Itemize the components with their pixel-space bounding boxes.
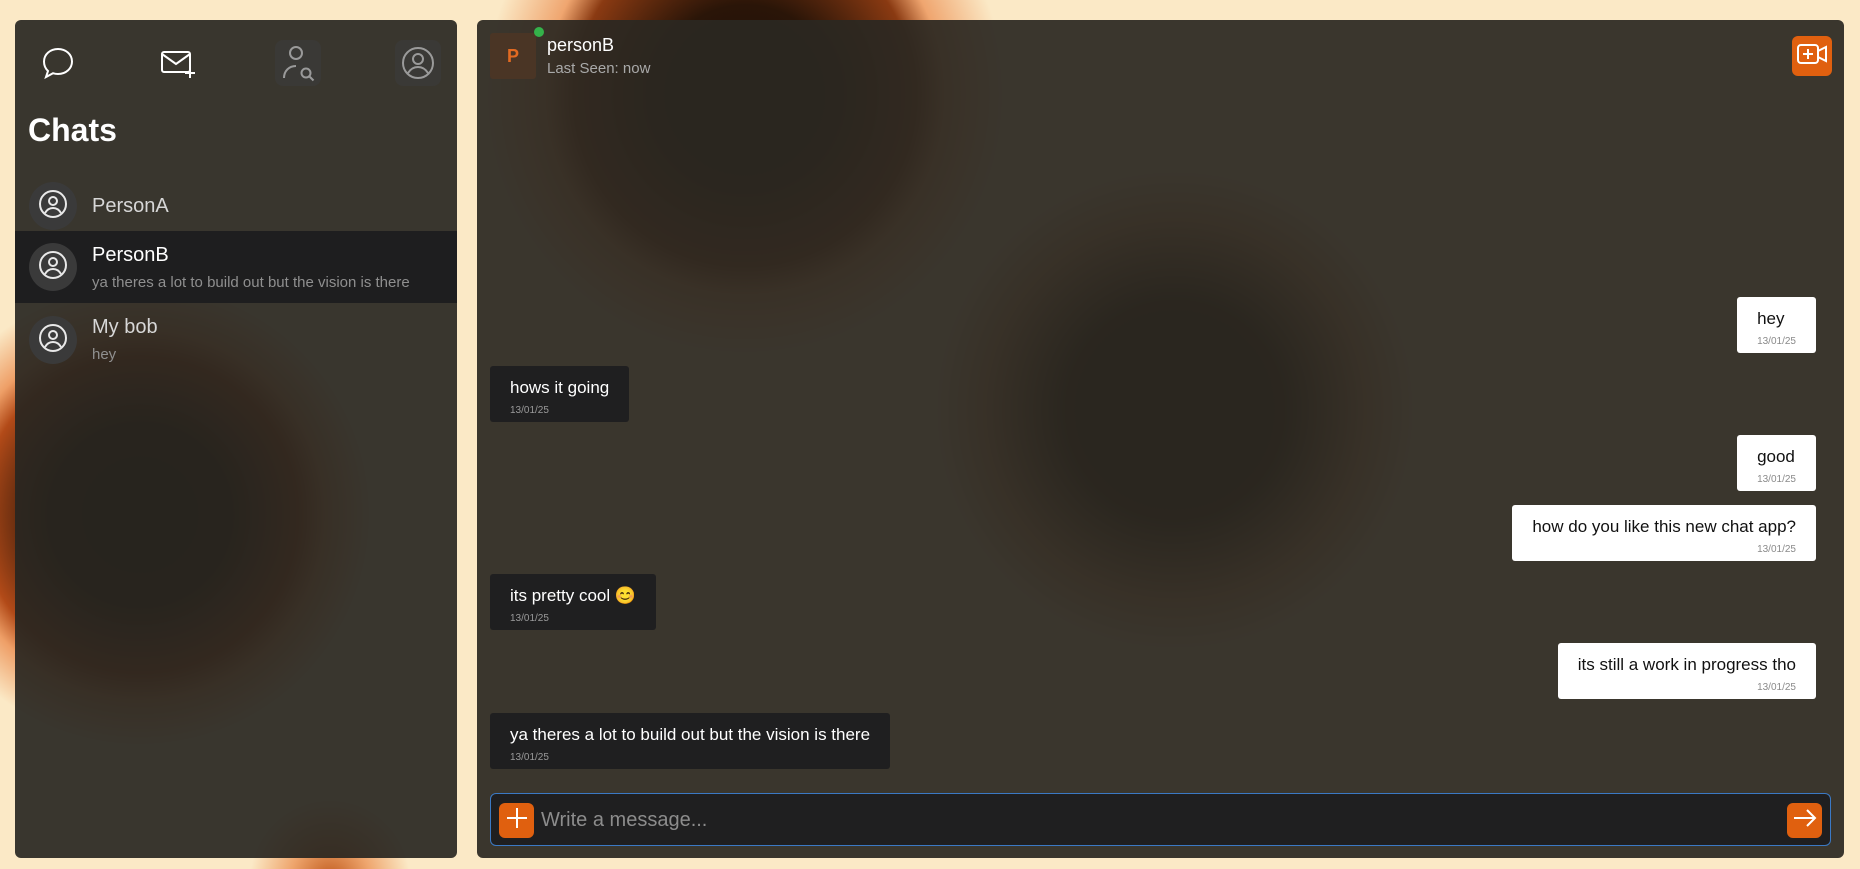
profile-button[interactable]	[395, 40, 441, 86]
arrow-right-icon	[1793, 808, 1817, 833]
message-timestamp: 13/01/25	[1757, 336, 1796, 347]
message-timestamp: 13/01/25	[510, 613, 549, 624]
contact-name: personB	[547, 35, 615, 55]
chat-item-personb[interactable]: PersonB ya theres a lot to build out but…	[15, 231, 457, 303]
user-avatar-icon	[37, 188, 69, 225]
video-camera-icon	[1796, 43, 1828, 70]
send-button[interactable]	[1787, 803, 1822, 838]
profile-icon	[400, 45, 436, 81]
avatar	[29, 316, 77, 364]
find-user-button[interactable]	[275, 40, 321, 86]
message-bubble-incoming: its pretty cool 😊 13/01/25	[490, 574, 657, 630]
video-call-button[interactable]	[1792, 36, 1832, 76]
message-timestamp: 13/01/25	[1757, 474, 1796, 485]
message-timestamp: 13/01/25	[1757, 682, 1796, 693]
message-timestamp: 13/01/25	[510, 405, 549, 416]
chats-heading: Chats	[28, 112, 117, 148]
avatar	[29, 182, 77, 230]
user-avatar-icon	[37, 249, 69, 286]
message-bubble-outgoing: hey 13/01/25	[1737, 297, 1816, 353]
chat-name: PersonB	[92, 244, 169, 266]
message-timestamp: 13/01/25	[1757, 544, 1796, 555]
chats-nav-button[interactable]	[35, 40, 81, 86]
message-bubble-incoming: hows it going 13/01/25	[490, 366, 630, 422]
last-seen-status: Last Seen: now	[547, 60, 651, 77]
top-nav	[15, 20, 457, 102]
chat-preview: ya theres a lot to build out but the vis…	[92, 274, 410, 291]
message-input[interactable]	[541, 803, 1761, 838]
attach-button[interactable]	[499, 803, 534, 838]
user-search-icon	[280, 44, 316, 82]
new-message-button[interactable]	[155, 40, 201, 86]
message-text: hows it going	[510, 378, 610, 397]
chat-list-panel: Chats PersonA PersonB ya theres a lot to…	[15, 20, 457, 858]
message-text: good	[1757, 447, 1795, 466]
user-avatar-icon	[37, 322, 69, 359]
avatar	[29, 243, 77, 291]
message-bubble-outgoing: its still a work in progress tho 13/01/2…	[1557, 643, 1816, 699]
online-status-indicator	[534, 27, 544, 37]
plus-icon	[506, 807, 528, 834]
message-composer	[490, 793, 1831, 846]
chat-preview: hey	[92, 346, 117, 363]
avatar: P	[490, 33, 536, 79]
message-bubble-incoming: ya theres a lot to build out but the vis…	[490, 713, 891, 769]
new-mail-icon	[159, 45, 197, 81]
message-text: hey	[1757, 309, 1785, 328]
chat-name: My bob	[92, 316, 158, 338]
message-text: its pretty cool 😊	[510, 586, 637, 605]
message-text: how do you like this new chat app?	[1532, 517, 1796, 536]
message-text: its still a work in progress tho	[1577, 655, 1796, 674]
chat-item-my-bob[interactable]: My bob hey	[15, 304, 457, 376]
message-timestamp: 13/01/25	[510, 752, 549, 763]
message-bubble-outgoing: good 13/01/25	[1737, 435, 1816, 491]
chat-name: PersonA	[92, 195, 169, 217]
message-text: ya theres a lot to build out but the vis…	[510, 725, 871, 744]
conversation-panel: P personB Last Seen: now hey 13/01/25 ho…	[477, 20, 1844, 858]
message-bubble-outgoing: how do you like this new chat app? 13/01…	[1512, 505, 1816, 561]
chat-bubble-icon	[40, 45, 76, 81]
